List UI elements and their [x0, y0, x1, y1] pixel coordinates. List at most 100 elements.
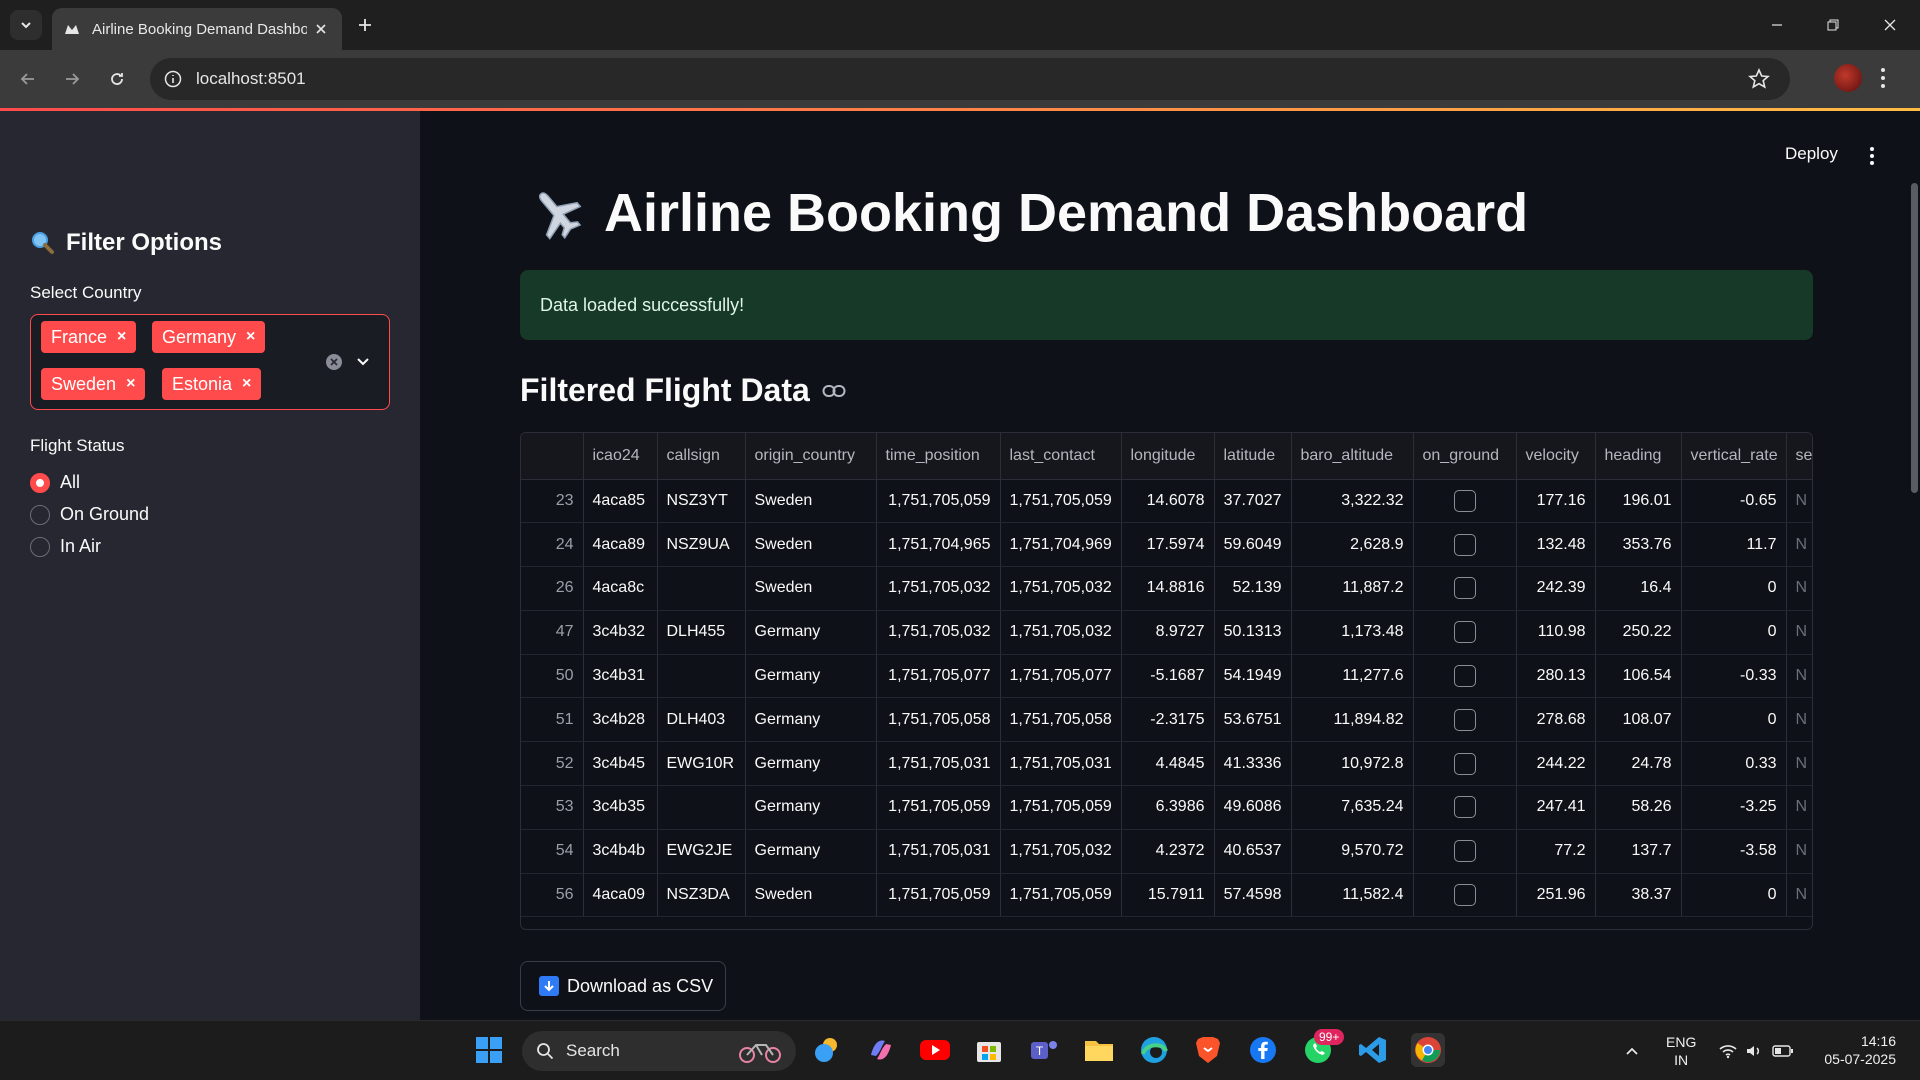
download-csv-button[interactable]: Download as CSV	[520, 961, 726, 1011]
brave-icon[interactable]	[1191, 1033, 1225, 1067]
table-row[interactable]: 51 3c4b28 DLH403 Germany 1,751,705,058 1,751,…	[521, 697, 1812, 743]
checkbox[interactable]	[1453, 884, 1476, 907]
remove-chip-icon[interactable]: ×	[246, 328, 255, 346]
on-ground-checkbox-cell[interactable]	[1413, 873, 1517, 918]
column-header[interactable]	[521, 433, 584, 480]
remove-chip-icon[interactable]: ×	[242, 375, 251, 393]
checkbox[interactable]	[1453, 621, 1476, 644]
vscode-icon[interactable]	[1356, 1033, 1390, 1067]
copilot-icon[interactable]	[864, 1033, 898, 1067]
deploy-button[interactable]: Deploy	[1785, 144, 1838, 164]
chrome-icon[interactable]	[1411, 1033, 1445, 1067]
column-header[interactable]: latitude	[1214, 433, 1292, 480]
table-row[interactable]: 26 4aca8c Sweden 1,751,705,032 1,751,705,032…	[521, 566, 1812, 611]
close-tab-icon[interactable]	[312, 20, 330, 38]
back-button[interactable]	[14, 65, 42, 93]
restore-button[interactable]	[1820, 12, 1846, 38]
wifi-icon[interactable]	[1718, 1043, 1738, 1059]
table-row[interactable]: 47 3c4b32 DLH455 Germany 1,751,705,032 1,751,…	[521, 610, 1812, 655]
weather-icon[interactable]	[810, 1033, 844, 1067]
remove-chip-icon[interactable]: ×	[126, 375, 135, 393]
table-row[interactable]: 50 3c4b31 Germany 1,751,705,077 1,751,705,07…	[521, 654, 1812, 699]
table-row[interactable]: 24 4aca89 NSZ9UA Sweden 1,751,704,965 1,751,7…	[521, 522, 1812, 568]
table-cell: 1,751,705,058	[1000, 697, 1122, 743]
dataframe[interactable]: icao24 callsign origin_country time_positio…	[520, 432, 1813, 930]
table-cell: N	[1786, 873, 1812, 918]
country-chip-estonia[interactable]: Estonia ×	[162, 368, 262, 400]
close-window-button[interactable]	[1877, 12, 1903, 38]
profile-avatar[interactable]	[1834, 64, 1862, 92]
column-header[interactable]: last_contact	[1000, 433, 1122, 480]
file-explorer-icon[interactable]	[1082, 1033, 1116, 1067]
checkbox[interactable]	[1453, 577, 1476, 600]
checkbox[interactable]	[1453, 489, 1476, 512]
clear-all-icon[interactable]	[326, 354, 342, 370]
country-multiselect[interactable]: France × Germany × Sweden × Estonia ×	[30, 314, 390, 410]
checkbox[interactable]	[1453, 840, 1476, 863]
checkbox[interactable]	[1453, 533, 1476, 556]
chevron-up-icon[interactable]	[1624, 1043, 1640, 1059]
language-indicator[interactable]: ENG IN	[1666, 1033, 1696, 1069]
link-icon[interactable]	[822, 384, 846, 398]
checkbox[interactable]	[1453, 796, 1476, 819]
on-ground-checkbox-cell[interactable]	[1413, 829, 1517, 874]
page-scrollbar[interactable]	[1911, 183, 1918, 493]
checkbox[interactable]	[1453, 752, 1476, 775]
more-vert-icon[interactable]	[1880, 66, 1886, 90]
youtube-icon[interactable]	[918, 1033, 952, 1067]
app-menu-icon[interactable]	[1869, 146, 1875, 166]
on-ground-checkbox-cell[interactable]	[1413, 566, 1517, 611]
chevron-down-icon[interactable]	[355, 353, 371, 369]
battery-icon[interactable]	[1772, 1044, 1794, 1058]
address-bar[interactable]: localhost:8501	[150, 58, 1790, 100]
clock[interactable]: 14:16 05-07-2025	[1816, 1032, 1896, 1068]
on-ground-checkbox-cell[interactable]	[1413, 741, 1517, 787]
taskbar-search[interactable]: Search	[522, 1031, 796, 1071]
radio-on-ground[interactable]: On Ground	[30, 504, 149, 525]
country-chip-germany[interactable]: Germany ×	[152, 321, 266, 353]
country-chip-france[interactable]: France ×	[41, 321, 137, 353]
minimize-button[interactable]	[1764, 12, 1790, 38]
bookmark-star-icon[interactable]	[1748, 68, 1770, 90]
on-ground-checkbox-cell[interactable]	[1413, 522, 1517, 568]
checkbox[interactable]	[1453, 665, 1476, 688]
column-header[interactable]: baro_altitude	[1291, 433, 1414, 480]
column-header[interactable]: time_position	[876, 433, 1001, 480]
on-ground-checkbox-cell[interactable]	[1413, 654, 1517, 699]
table-cell: DLH455	[657, 610, 746, 655]
column-header[interactable]: on_ground	[1413, 433, 1517, 480]
column-header[interactable]: heading	[1595, 433, 1682, 480]
table-row[interactable]: 52 3c4b45 EWG10R Germany 1,751,705,031 1,751,…	[521, 741, 1812, 787]
column-header[interactable]: se	[1786, 433, 1812, 480]
column-header[interactable]: origin_country	[745, 433, 877, 480]
on-ground-checkbox-cell[interactable]	[1413, 785, 1517, 830]
table-row[interactable]: 56 4aca09 NSZ3DA Sweden 1,751,705,059 1,751,7…	[521, 873, 1812, 918]
radio-in-air[interactable]: In Air	[30, 536, 101, 557]
column-header[interactable]: callsign	[657, 433, 746, 480]
country-chip-sweden[interactable]: Sweden ×	[41, 368, 146, 400]
on-ground-checkbox-cell[interactable]	[1413, 697, 1517, 743]
facebook-icon[interactable]	[1246, 1033, 1280, 1067]
windows-start-icon[interactable]	[472, 1033, 506, 1067]
new-tab-button[interactable]	[352, 12, 378, 38]
table-row[interactable]: 23 4aca85 NSZ3YT Sweden 1,751,705,059 1,751,7…	[521, 479, 1812, 524]
volume-icon[interactable]	[1745, 1043, 1763, 1059]
table-row[interactable]: 53 3c4b35 Germany 1,751,705,059 1,751,705,05…	[521, 785, 1812, 830]
teams-icon[interactable]: T	[1027, 1033, 1061, 1067]
edge-icon[interactable]	[1137, 1033, 1171, 1067]
column-header[interactable]: icao24	[583, 433, 658, 480]
microsoft-store-icon[interactable]	[972, 1033, 1006, 1067]
column-header[interactable]: longitude	[1121, 433, 1215, 480]
column-header[interactable]: velocity	[1516, 433, 1596, 480]
table-row[interactable]: 54 3c4b4b EWG2JE Germany 1,751,705,031 1,751,…	[521, 829, 1812, 874]
column-header[interactable]: vertical_rate	[1681, 433, 1787, 480]
browser-tab[interactable]: Airline Booking Demand Dashboard	[52, 8, 342, 50]
remove-chip-icon[interactable]: ×	[117, 328, 126, 346]
tab-search-button[interactable]	[10, 10, 42, 40]
on-ground-checkbox-cell[interactable]	[1413, 610, 1517, 655]
checkbox[interactable]	[1453, 708, 1476, 731]
forward-button[interactable]	[58, 65, 86, 93]
on-ground-checkbox-cell[interactable]	[1413, 479, 1517, 524]
radio-all[interactable]: All	[30, 472, 80, 493]
reload-button[interactable]	[103, 65, 131, 93]
